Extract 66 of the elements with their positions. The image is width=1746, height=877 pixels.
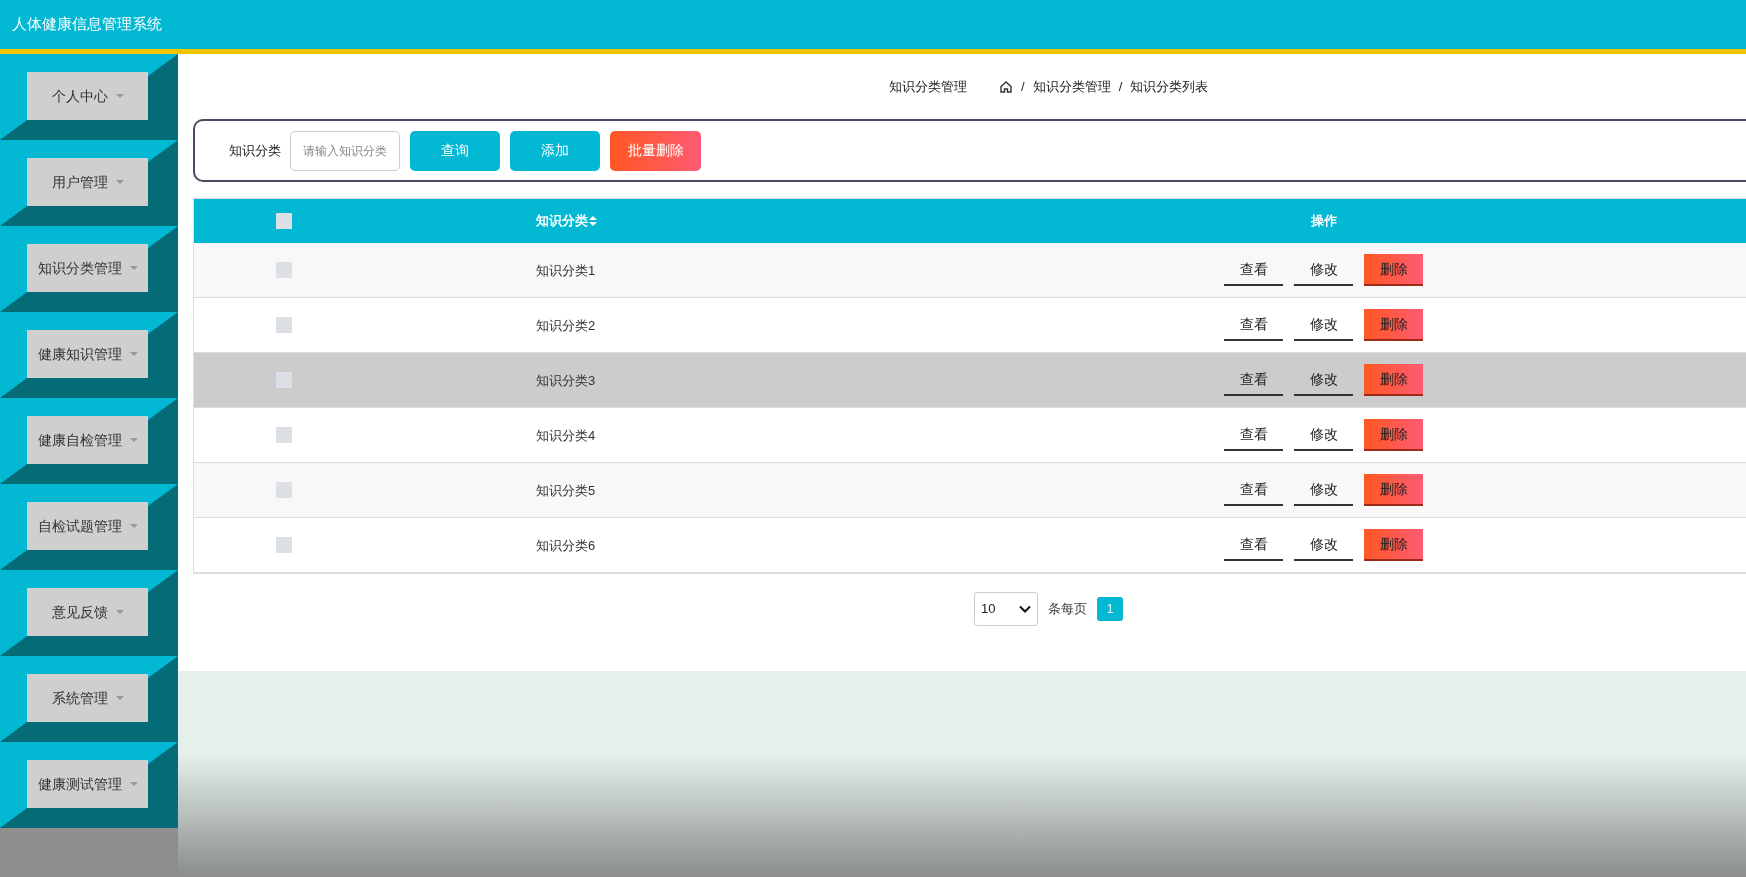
chevron-down-icon (1019, 605, 1031, 613)
breadcrumb-link[interactable]: 知识分类管理 (1032, 76, 1111, 97)
app-title: 人体健康信息管理系统 (12, 14, 162, 35)
table-cell: 知识分类4 (536, 428, 596, 443)
checkbox[interactable] (276, 537, 292, 553)
caret-icon (129, 438, 138, 442)
sidebar-menu-button[interactable]: 自检试题管理 (27, 502, 148, 550)
action-button[interactable]: 查看 (1224, 419, 1283, 451)
table-cell: 知识分类3 (536, 373, 596, 388)
breadcrumb-separator: / (1021, 77, 1025, 96)
sidebar-menu-button[interactable]: 健康知识管理 (27, 330, 148, 378)
table-cell: 知识分类5 (536, 483, 596, 498)
table-row[interactable]: 知识分类5 查看 修改 删除 (194, 463, 1746, 518)
action-button[interactable]: 查看 (1224, 254, 1283, 286)
action-button[interactable]: 修改 (1294, 419, 1353, 451)
breadcrumb-link[interactable]: 知识分类列表 (1130, 76, 1209, 97)
caret-icon (129, 782, 138, 786)
table-cell: 知识分类6 (536, 538, 596, 553)
caret-icon (129, 352, 138, 356)
checkbox[interactable] (276, 317, 292, 333)
sidebar-menu-button[interactable]: 系统管理 (27, 674, 148, 722)
checkbox[interactable] (276, 427, 292, 443)
checkbox[interactable] (276, 213, 292, 229)
caret-icon (115, 94, 124, 98)
caret-icon (115, 610, 124, 614)
checkbox[interactable] (276, 372, 292, 388)
caret-icon (129, 524, 138, 528)
search-label: 知识分类 (229, 141, 281, 160)
delete-button[interactable]: 删除 (1364, 529, 1423, 561)
delete-button[interactable]: 删除 (1364, 254, 1423, 286)
action-button[interactable]: 修改 (1294, 254, 1353, 286)
sidebar-menu-button[interactable]: 个人中心 (27, 72, 148, 120)
sidebar-menu-button[interactable]: 意见反馈 (27, 588, 148, 636)
action-button[interactable]: 查看 (1224, 309, 1283, 341)
delete-button[interactable]: 删除 (1364, 309, 1423, 341)
table-cell: 知识分类2 (536, 318, 596, 333)
page-title: 知识分类管理 (889, 77, 967, 96)
action-button[interactable]: 查看 (1224, 529, 1283, 561)
page-size-select[interactable]: 10 (974, 592, 1038, 626)
delete-button[interactable]: 删除 (1364, 364, 1423, 396)
column-header: 操作 (1310, 212, 1337, 231)
home-icon[interactable] (999, 79, 1013, 94)
table-row[interactable]: 知识分类3 查看 修改 删除 (194, 353, 1746, 408)
sidebar-menu-button[interactable]: 健康测试管理 (27, 760, 148, 808)
action-button[interactable]: 修改 (1294, 364, 1353, 396)
action-button[interactable]: 修改 (1294, 309, 1353, 341)
action-button[interactable]: 修改 (1294, 474, 1353, 506)
checkbox[interactable] (276, 482, 292, 498)
delete-button[interactable]: 删除 (1364, 419, 1423, 451)
table-cell: 知识分类1 (536, 263, 596, 278)
sidebar-menu-button[interactable]: 知识分类管理 (27, 244, 148, 292)
checkbox[interactable] (276, 262, 292, 278)
caret-icon (115, 696, 124, 700)
table-row[interactable]: 知识分类1 查看 修改 删除 (194, 243, 1746, 298)
action-button[interactable]: 修改 (1294, 529, 1353, 561)
search-field[interactable]: 请输入知识分类 (290, 130, 400, 171)
action-button[interactable]: 查看 (1224, 364, 1283, 396)
caret-icon (129, 266, 138, 270)
delete-button[interactable]: 删除 (1364, 474, 1423, 506)
sidebar-menu-button[interactable]: 健康自检管理 (27, 416, 148, 464)
caret-icon (115, 180, 124, 184)
action-button[interactable]: 查看 (1224, 474, 1283, 506)
sort-icon[interactable] (589, 216, 597, 226)
per-page-label: 条每页 (1048, 600, 1087, 619)
breadcrumb-separator: / (1118, 77, 1123, 96)
sidebar-menu-button[interactable]: 用户管理 (27, 158, 148, 206)
